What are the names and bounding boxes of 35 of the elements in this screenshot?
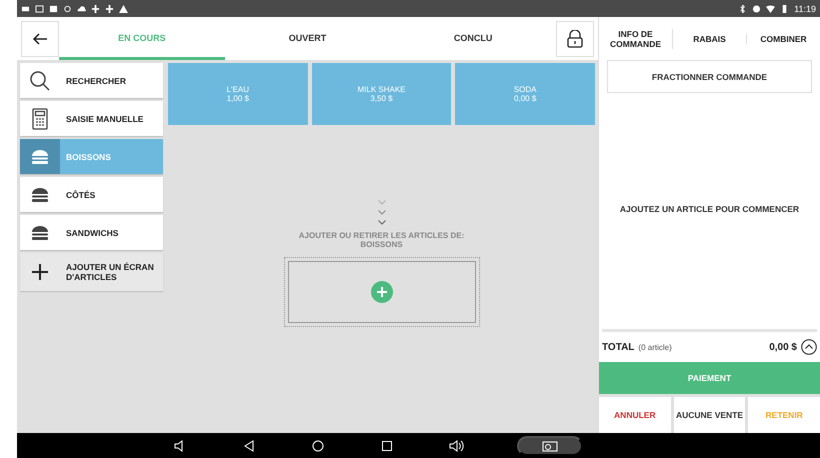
battery-icon [780, 4, 790, 12]
order-action-button[interactable]: ANNULER [599, 397, 671, 433]
warning-icon [119, 4, 128, 12]
order-action-button[interactable]: AUCUNE VENTE [674, 397, 746, 433]
plus-icon [31, 263, 49, 281]
clock-time: 11:19 [794, 4, 816, 14]
lock-icon [567, 30, 584, 48]
category-item[interactable]: CÔTÉS [20, 177, 163, 212]
bluetooth-icon [738, 4, 748, 12]
category-item[interactable]: SANDWICHS [20, 215, 163, 250]
plus-icon [376, 286, 388, 298]
search-icon [29, 70, 51, 92]
burger-icon [31, 148, 49, 164]
calculator-icon [32, 108, 48, 130]
screenshot-button[interactable] [517, 436, 583, 456]
back-button[interactable] [21, 20, 59, 56]
wifi-icon [766, 4, 776, 12]
cloud-icon [77, 4, 86, 12]
empty-order-message: AJOUTEZ UN ARTICLE POUR COMMENCER [620, 204, 800, 214]
camera-icon [542, 440, 558, 452]
volume-up-icon[interactable] [448, 438, 464, 454]
split-order-button[interactable]: FRACTIONNER COMMANDE [607, 60, 812, 93]
category-item[interactable]: SAISIE MANUELLE [20, 101, 163, 136]
chevron-up-circle-icon[interactable] [801, 339, 817, 355]
lock-button[interactable] [556, 20, 594, 56]
back-arrow-icon [32, 32, 48, 44]
total-label: TOTAL [602, 342, 634, 352]
item-count: (0 article) [638, 342, 672, 352]
home-icon[interactable] [310, 438, 326, 454]
total-amount: 0,00 $ [769, 342, 797, 352]
category-item[interactable]: RECHERCHER [20, 63, 163, 98]
edit-items-hint: AJOUTER OU RETIRER LES ARTICLES DE: BOISSONS [298, 231, 466, 249]
category-item[interactable]: AJOUTER UN ÉCRAN D'ARTICLES [20, 253, 163, 291]
burger-icon [31, 186, 49, 202]
burger-icon [31, 224, 49, 240]
